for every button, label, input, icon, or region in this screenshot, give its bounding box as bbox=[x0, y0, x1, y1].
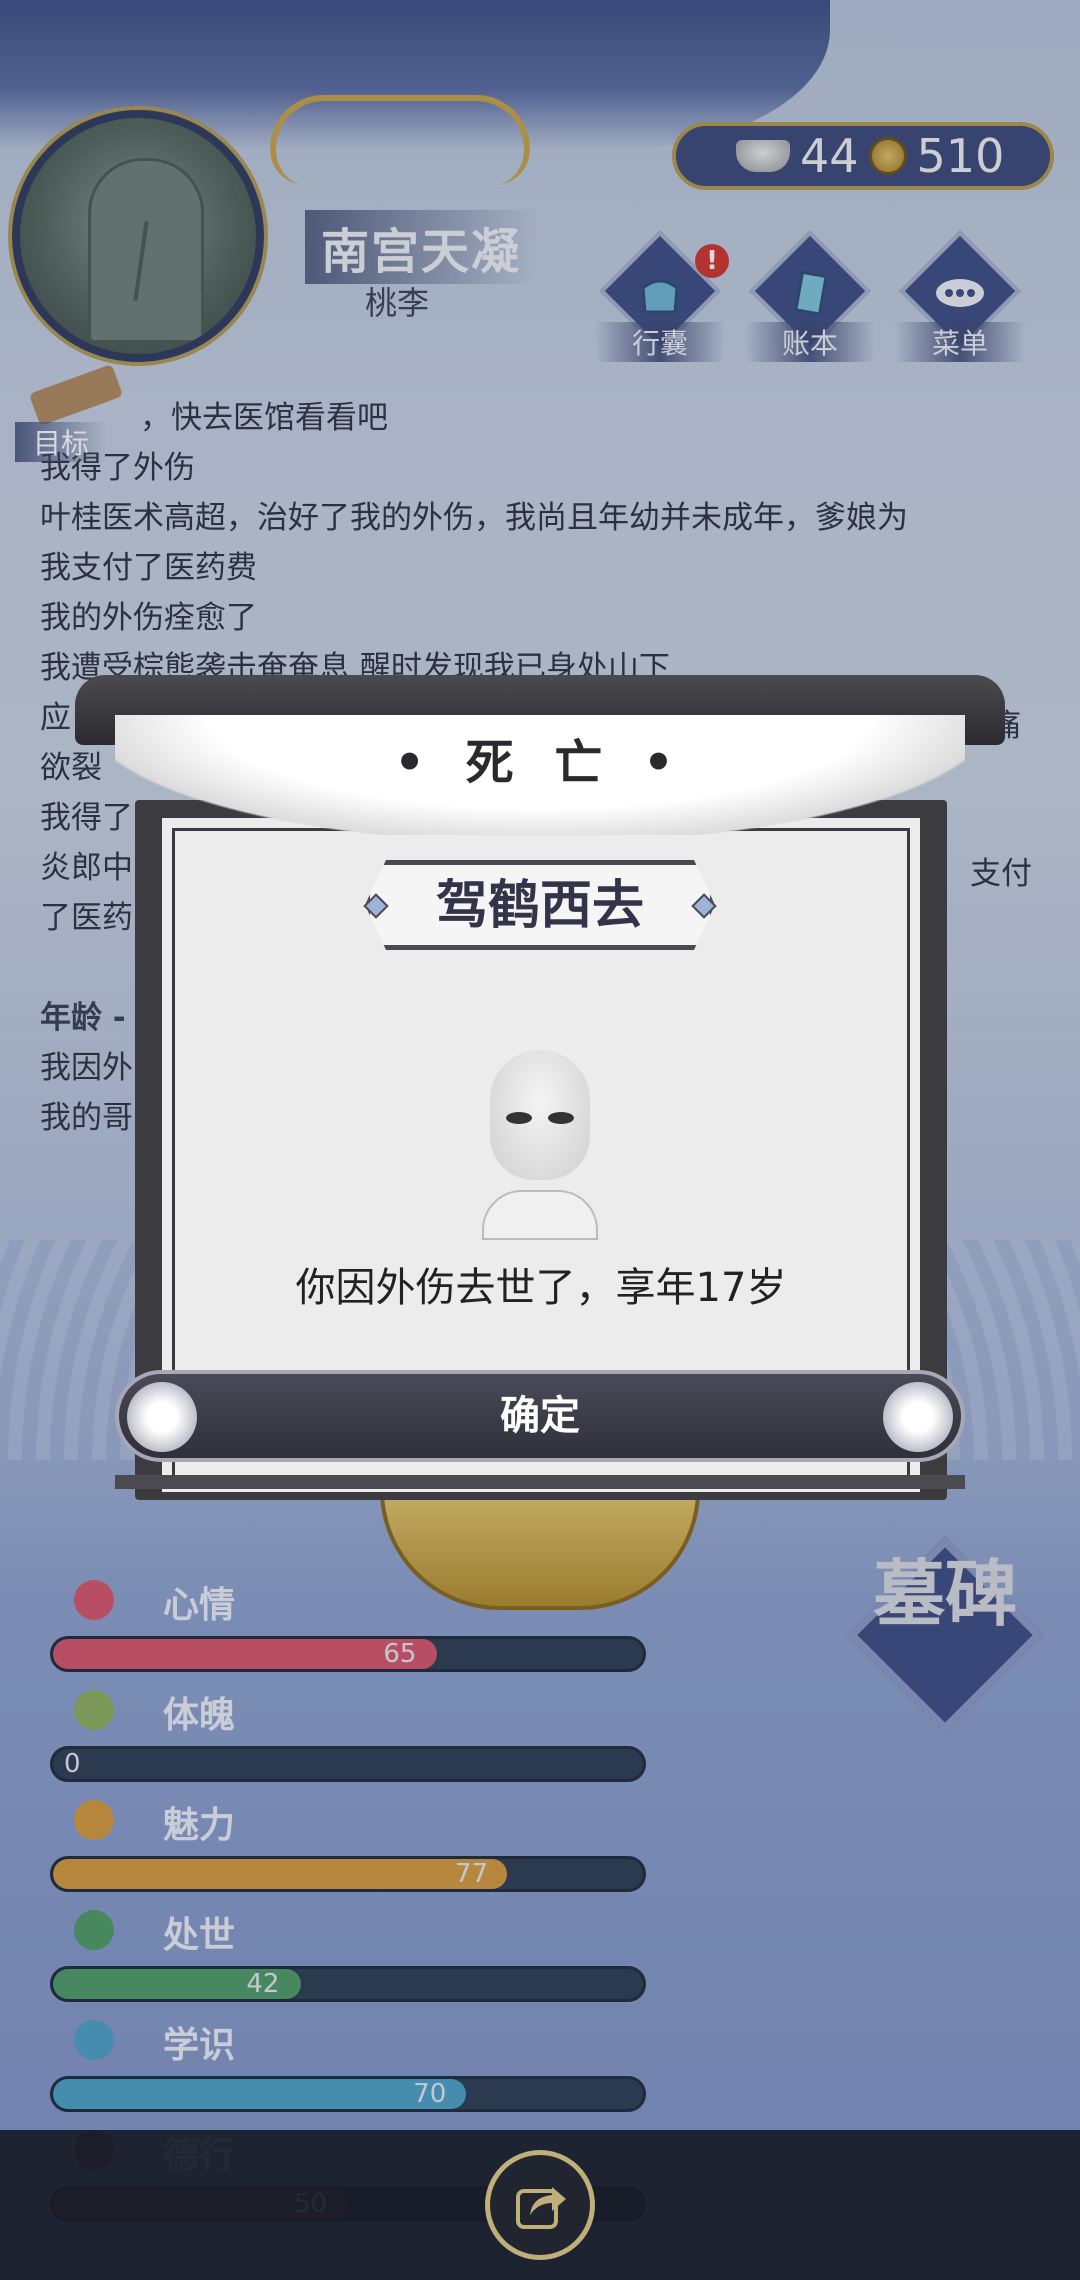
confirm-label: 确定 bbox=[500, 1393, 580, 1439]
dialog-title: • 死 亡 • bbox=[394, 735, 686, 791]
death-message: 你因外伤去世了，享年17岁 bbox=[295, 1265, 787, 1311]
banner-text: 驾鹤西去 bbox=[435, 876, 644, 936]
character-portrait bbox=[472, 1050, 608, 1240]
dialog-base bbox=[115, 1475, 965, 1489]
death-dialog: • 死 亡 • 驾鹤西去 你因外伤去世了，享年17岁 确定 bbox=[75, 675, 1005, 1505]
confirm-button[interactable]: 确定 bbox=[115, 1370, 965, 1462]
